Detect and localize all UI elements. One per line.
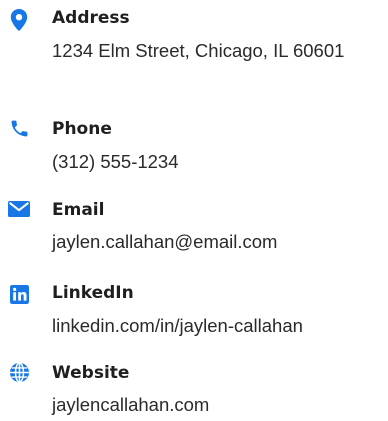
website-value[interactable]: jaylencallahan.com	[52, 390, 382, 419]
linkedin-label: LinkedIn	[52, 283, 134, 303]
map-pin-icon	[7, 8, 31, 32]
contact-item-phone: Phone (312) 555-1234	[0, 110, 388, 180]
linkedin-icon	[7, 282, 31, 306]
email-value[interactable]: jaylen.callahan@email.com	[52, 227, 382, 256]
phone-label: Phone	[52, 119, 112, 139]
address-label: Address	[52, 8, 130, 28]
website-label: Website	[52, 363, 130, 383]
contact-item-address: Address 1234 Elm Street, Chicago, IL 606…	[0, 0, 388, 100]
email-label: Email	[52, 200, 105, 220]
contact-item-website: Website jaylencallahan.com	[0, 355, 388, 421]
phone-value[interactable]: (312) 555-1234	[52, 147, 382, 176]
contact-item-linkedin: LinkedIn linkedin.com/in/jaylen-callahan	[0, 280, 388, 350]
linkedin-value[interactable]: linkedin.com/in/jaylen-callahan	[52, 311, 382, 340]
phone-icon	[7, 116, 31, 140]
address-value: 1234 Elm Street, Chicago, IL 60601	[52, 40, 345, 61]
envelope-icon	[7, 197, 31, 221]
contact-item-email: Email jaylen.callahan@email.com	[0, 190, 388, 260]
globe-icon	[7, 360, 31, 384]
